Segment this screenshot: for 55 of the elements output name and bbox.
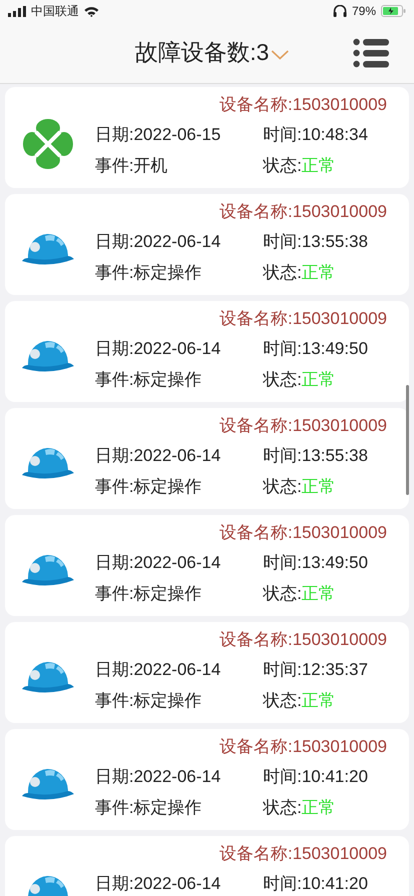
record-card[interactable]: 设备名称:1503010009 日期:2022-06-14 时间:10:41:20 <box>5 836 409 896</box>
device-name: 设备名称:1503010009 <box>218 522 387 544</box>
status-text: 状态:正常 <box>263 690 336 712</box>
device-name: 设备名称:1503010009 <box>218 201 387 223</box>
event-text: 事件:标定操作 <box>95 797 203 819</box>
device-name: 设备名称:1503010009 <box>218 629 387 651</box>
status-text: 状态:正常 <box>263 797 336 819</box>
carrier-name: 中国联通 <box>31 2 79 20</box>
time-text: 时间:13:55:38 <box>263 445 368 467</box>
date-text: 日期:2022-06-14 <box>95 445 222 467</box>
time-text: 时间:13:49:50 <box>263 338 368 360</box>
page-title: 故障设备数:3 <box>134 38 270 67</box>
event-text: 事件:标定操作 <box>95 583 203 605</box>
date-text: 日期:2022-06-14 <box>95 766 222 788</box>
status-text: 状态:正常 <box>263 476 336 498</box>
record-card[interactable]: 设备名称:1503010009 日期:2022-06-14 时间:12:35:37 事件:标定操作 状态:正常 <box>5 622 409 723</box>
record-card[interactable]: 设备名称:1503010009 日期:2022-06-14 时间:10:41:20 事件:标定操作 状态:正常 <box>5 729 409 830</box>
device-name: 设备名称:1503010009 <box>218 308 387 330</box>
date-text: 日期:2022-06-14 <box>95 659 222 681</box>
date-text: 日期:2022-06-15 <box>95 124 222 146</box>
record-card[interactable]: 设备名称:1503010009 日期:2022-06-14 时间:13:55:38 事件:标定操作 状态:正常 <box>5 194 409 295</box>
status-text: 状态:正常 <box>263 369 336 391</box>
device-name: 设备名称:1503010009 <box>218 843 387 865</box>
clover-icon <box>23 118 73 168</box>
date-text: 日期:2022-06-14 <box>95 873 222 895</box>
time-text: 时间:12:35:37 <box>263 659 368 681</box>
battery-percent: 79% <box>352 4 376 18</box>
device-name: 设备名称:1503010009 <box>218 94 387 116</box>
menu-icon[interactable] <box>353 38 389 68</box>
event-text: 事件:标定操作 <box>95 369 203 391</box>
event-text: 事件:开机 <box>95 155 169 177</box>
device-name: 设备名称:1503010009 <box>218 415 387 437</box>
time-text: 时间:10:41:20 <box>263 766 368 788</box>
signal-icon <box>8 6 26 16</box>
record-card[interactable]: 设备名称:1503010009 日期:2022-06-14 时间:13:49:50 事件:标定操作 状态:正常 <box>5 515 409 616</box>
date-text: 日期:2022-06-14 <box>95 231 222 253</box>
status-text: 状态:正常 <box>263 262 336 284</box>
time-text: 时间:10:41:20 <box>263 873 368 895</box>
wifi-icon <box>84 6 99 16</box>
record-card[interactable]: 设备名称:1503010009 日期:2022-06-14 时间:13:55:38 事件:标定操作 状态:正常 <box>5 408 409 509</box>
status-text: 状态:正常 <box>263 583 336 605</box>
event-text: 事件:标定操作 <box>95 476 203 498</box>
headphones-icon <box>332 5 347 17</box>
record-card[interactable]: 设备名称:1503010009 日期:2022-06-15 时间:10:48:34 事件:开机 状态:正常 <box>5 87 409 188</box>
event-text: 事件:标定操作 <box>95 262 203 284</box>
time-text: 时间:10:48:34 <box>263 124 368 146</box>
time-text: 时间:13:49:50 <box>263 552 368 574</box>
device-name: 设备名称:1503010009 <box>218 736 387 758</box>
event-text: 事件:标定操作 <box>95 690 203 712</box>
date-text: 日期:2022-06-14 <box>95 552 222 574</box>
status-text: 状态:正常 <box>263 155 336 177</box>
record-card[interactable]: 设备名称:1503010009 日期:2022-06-14 时间:13:49:50 事件:标定操作 状态:正常 <box>5 301 409 402</box>
battery-icon <box>381 5 406 17</box>
time-text: 时间:13:55:38 <box>263 231 368 253</box>
date-text: 日期:2022-06-14 <box>95 338 222 360</box>
